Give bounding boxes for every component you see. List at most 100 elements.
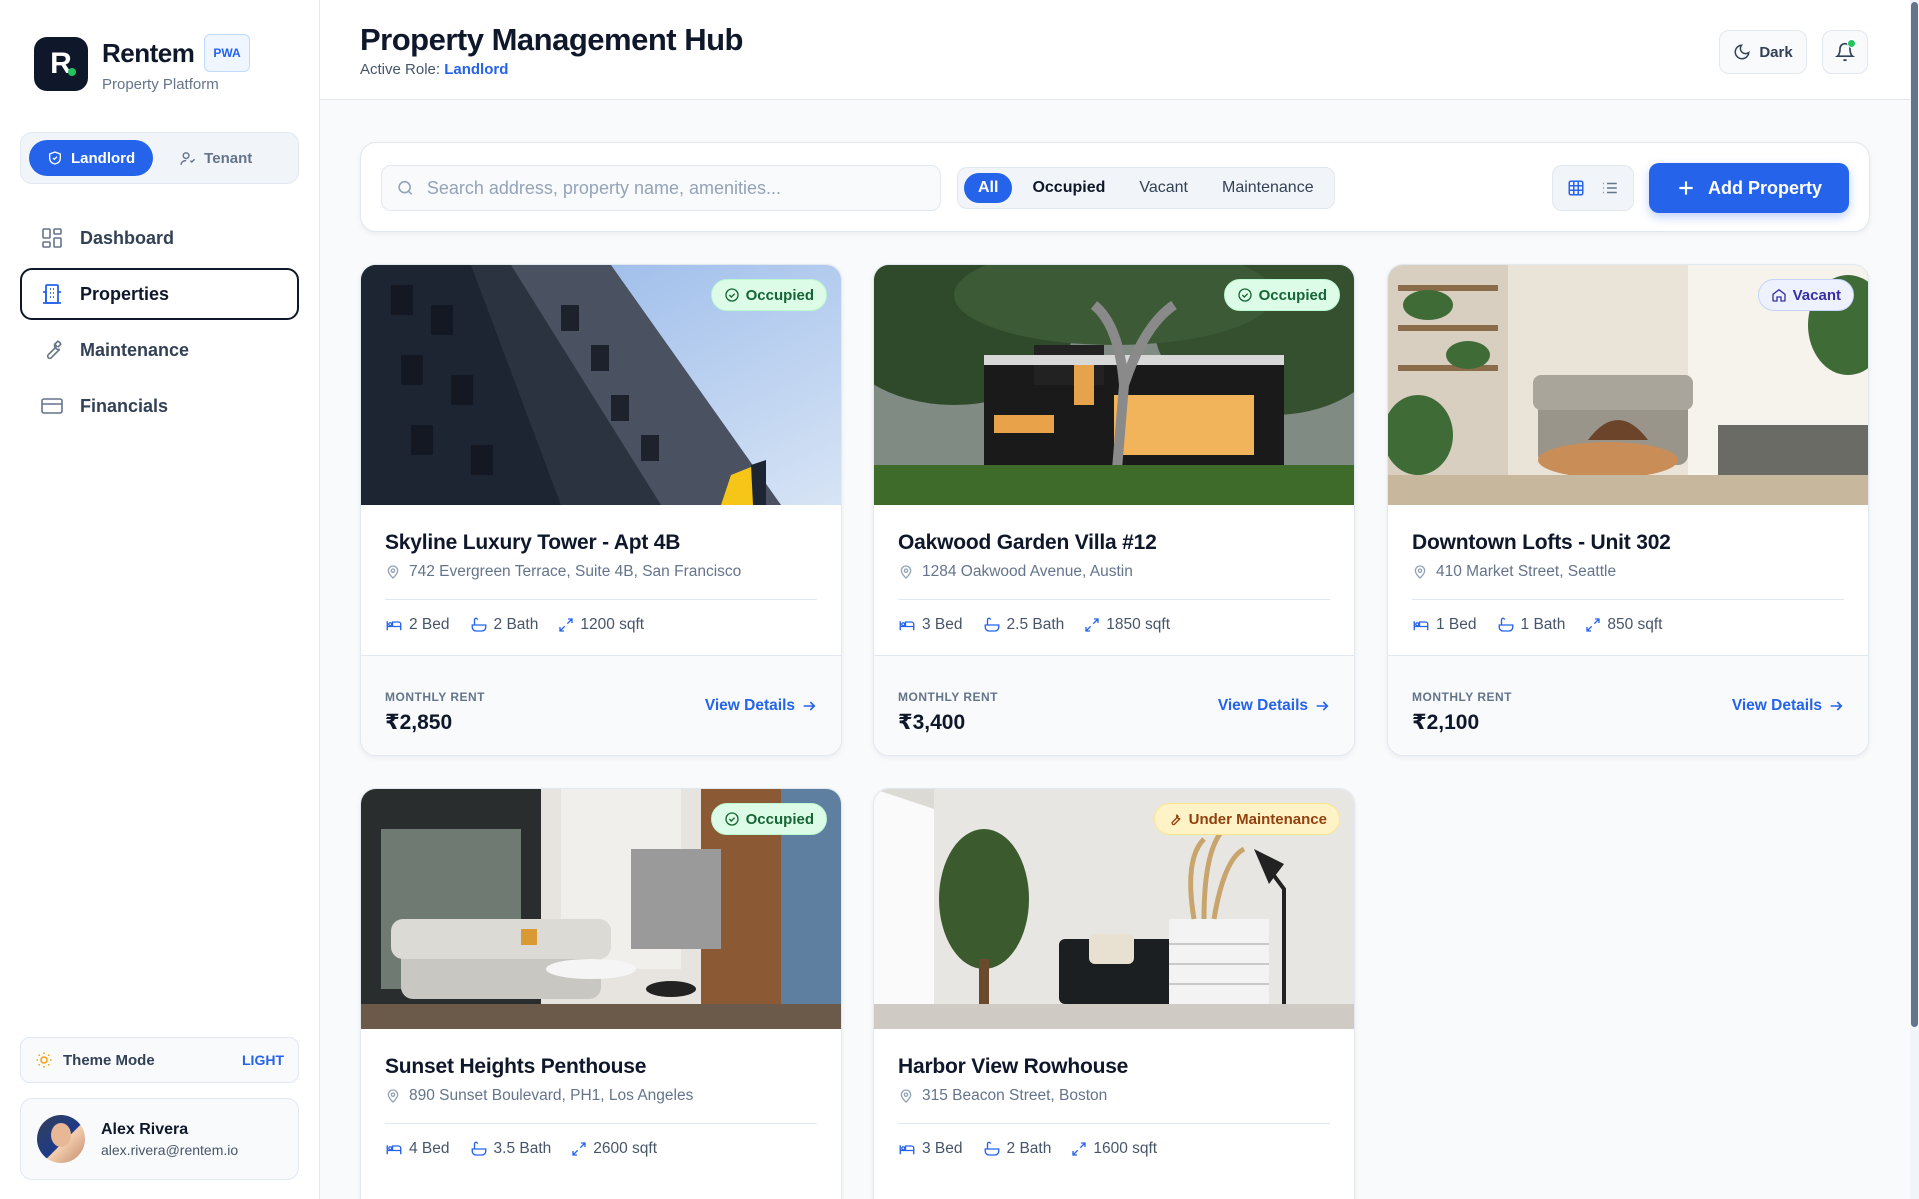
pwa-badge: PWA <box>204 34 250 72</box>
user-icon <box>180 151 196 165</box>
role-toggle: Landlord Tenant <box>20 132 299 184</box>
theme-mode-value: LIGHT <box>242 1052 284 1068</box>
sidebar: R Rentem PWA Property Platform Landlord … <box>0 0 320 1199</box>
dashboard-icon <box>42 228 62 248</box>
expand-icon <box>1085 618 1099 632</box>
sidebar-item-maintenance[interactable]: Maintenance <box>20 324 299 376</box>
status-badge: Occupied <box>710 803 827 835</box>
credit-card-icon <box>41 398 63 414</box>
status-badge: Under Maintenance <box>1153 803 1340 835</box>
property-title: Skyline Luxury Tower - Apt 4B <box>385 531 681 554</box>
theme-mode-toggle[interactable]: Theme Mode LIGHT <box>20 1037 299 1083</box>
property-image: Under Maintenance <box>874 789 1354 1029</box>
area-size: 2600 sqft <box>571 1136 657 1162</box>
role-landlord-button[interactable]: Landlord <box>29 140 154 176</box>
property-specs: 3 Bed 2 Bath 1600 sqft <box>898 1123 1330 1179</box>
bath-count: 1 Bath <box>1497 612 1565 638</box>
expand-icon <box>559 618 573 632</box>
bed-icon <box>386 1145 402 1155</box>
grid-view-button[interactable] <box>1561 173 1591 203</box>
search-icon <box>398 180 413 195</box>
check-circle-icon <box>724 288 739 302</box>
list-view-button[interactable] <box>1595 173 1625 203</box>
bed-count: 2 Bed <box>385 612 450 638</box>
dark-mode-button[interactable]: Dark <box>1719 30 1807 74</box>
role-tenant-button[interactable]: Tenant <box>161 140 270 176</box>
brand[interactable]: R Rentem PWA Property Platform <box>34 34 250 93</box>
property-card[interactable]: Occupied Sunset Heights Penthouse 890 Su… <box>360 788 842 1199</box>
wrench-icon <box>46 340 62 360</box>
page-scrollbar[interactable] <box>1910 0 1919 1199</box>
view-details-link[interactable]: View Details <box>1218 696 1330 716</box>
property-address: 890 Sunset Boulevard, PH1, Los Angeles <box>385 1087 817 1105</box>
filter-maintenance[interactable]: Maintenance <box>1208 173 1328 203</box>
bath-count: 3.5 Bath <box>470 1136 551 1162</box>
notifications-button[interactable] <box>1822 30 1868 74</box>
property-card[interactable]: Under Maintenance Harbor View Rowhouse 3… <box>873 788 1355 1199</box>
view-details-link[interactable]: View Details <box>705 696 817 716</box>
property-image: Occupied <box>874 265 1354 505</box>
bath-count: 2 Bath <box>470 612 538 638</box>
sidebar-item-properties[interactable]: Properties <box>20 268 299 320</box>
area-size: 1850 sqft <box>1084 612 1170 638</box>
monthly-rent: ₹3,400 <box>898 711 966 734</box>
view-details-link[interactable]: View Details <box>1732 696 1844 716</box>
status-badge: Vacant <box>1757 279 1854 311</box>
area-size: 850 sqft <box>1585 612 1662 638</box>
search-input[interactable] <box>426 177 926 199</box>
property-image: Occupied <box>361 265 841 505</box>
property-card[interactable]: Vacant Downtown Lofts - Unit 302 410 Mar… <box>1387 264 1869 756</box>
property-specs: 1 Bed 1 Bath 850 sqft <box>1412 599 1844 655</box>
card-footer: MONTHLY RENT ₹2,850 View Details <box>361 655 841 755</box>
wrench-icon <box>1171 814 1181 826</box>
property-toolbar: All Occupied Vacant Maintenance Add Prop… <box>360 142 1870 232</box>
property-address: 315 Beacon Street, Boston <box>898 1087 1330 1105</box>
scrollbar-thumb[interactable] <box>1911 2 1918 1027</box>
map-pin-icon <box>1414 565 1426 579</box>
moon-icon <box>1734 44 1750 60</box>
sidebar-item-dashboard[interactable]: Dashboard <box>20 212 299 264</box>
bath-icon <box>471 1141 486 1156</box>
bed-count: 3 Bed <box>898 1136 963 1162</box>
user-name: Alex Rivera <box>101 1120 189 1138</box>
bed-count: 4 Bed <box>385 1136 450 1162</box>
status-badge: Occupied <box>710 279 827 311</box>
top-header: Property Management Hub Active Role: Lan… <box>320 0 1919 100</box>
sidebar-nav: Dashboard Properties Maintenance Financi… <box>20 212 299 436</box>
bath-icon <box>1498 617 1513 632</box>
view-toggle <box>1552 165 1634 211</box>
user-email: alex.rivera@rentem.io <box>101 1141 239 1158</box>
bath-icon <box>984 1141 999 1156</box>
property-card[interactable]: Occupied Skyline Luxury Tower - Apt 4B 7… <box>360 264 842 756</box>
bath-icon <box>471 617 486 632</box>
property-card[interactable]: Occupied Oakwood Garden Villa #12 1284 O… <box>873 264 1355 756</box>
property-specs: 3 Bed 2.5 Bath 1850 sqft <box>898 599 1330 655</box>
user-profile[interactable]: Alex Rivera alex.rivera@rentem.io <box>20 1098 299 1180</box>
map-pin-icon <box>900 1089 912 1103</box>
filter-all[interactable]: All <box>964 173 1013 203</box>
add-property-button[interactable]: Add Property <box>1649 163 1849 213</box>
brand-logo: R <box>34 36 88 91</box>
bath-count: 2.5 Bath <box>983 612 1064 638</box>
monthly-rent: ₹2,100 <box>1412 711 1480 734</box>
map-pin-icon <box>387 1089 399 1103</box>
list-icon <box>1603 182 1617 194</box>
property-address: 410 Market Street, Seattle <box>1412 563 1844 581</box>
property-title: Oakwood Garden Villa #12 <box>898 531 1157 554</box>
area-size: 1600 sqft <box>1071 1136 1157 1162</box>
search-box <box>381 165 941 211</box>
property-title: Harbor View Rowhouse <box>898 1055 1129 1078</box>
card-footer: MONTHLY RENT ₹3,400 View Details <box>874 655 1354 755</box>
property-title: Downtown Lofts - Unit 302 <box>1412 531 1671 554</box>
map-pin-icon <box>387 565 399 579</box>
filter-vacant[interactable]: Vacant <box>1125 173 1202 203</box>
brand-subtitle: Property Platform <box>102 76 219 93</box>
expand-icon <box>1072 1142 1086 1156</box>
card-footer: MONTHLY RENT ₹2,100 View Details <box>1388 655 1868 755</box>
property-image: Occupied <box>361 789 841 1029</box>
grid-icon <box>1568 180 1584 196</box>
sidebar-item-financials[interactable]: Financials <box>20 380 299 432</box>
expand-icon <box>1586 618 1600 632</box>
bed-icon <box>899 621 915 631</box>
filter-occupied[interactable]: Occupied <box>1018 173 1119 203</box>
